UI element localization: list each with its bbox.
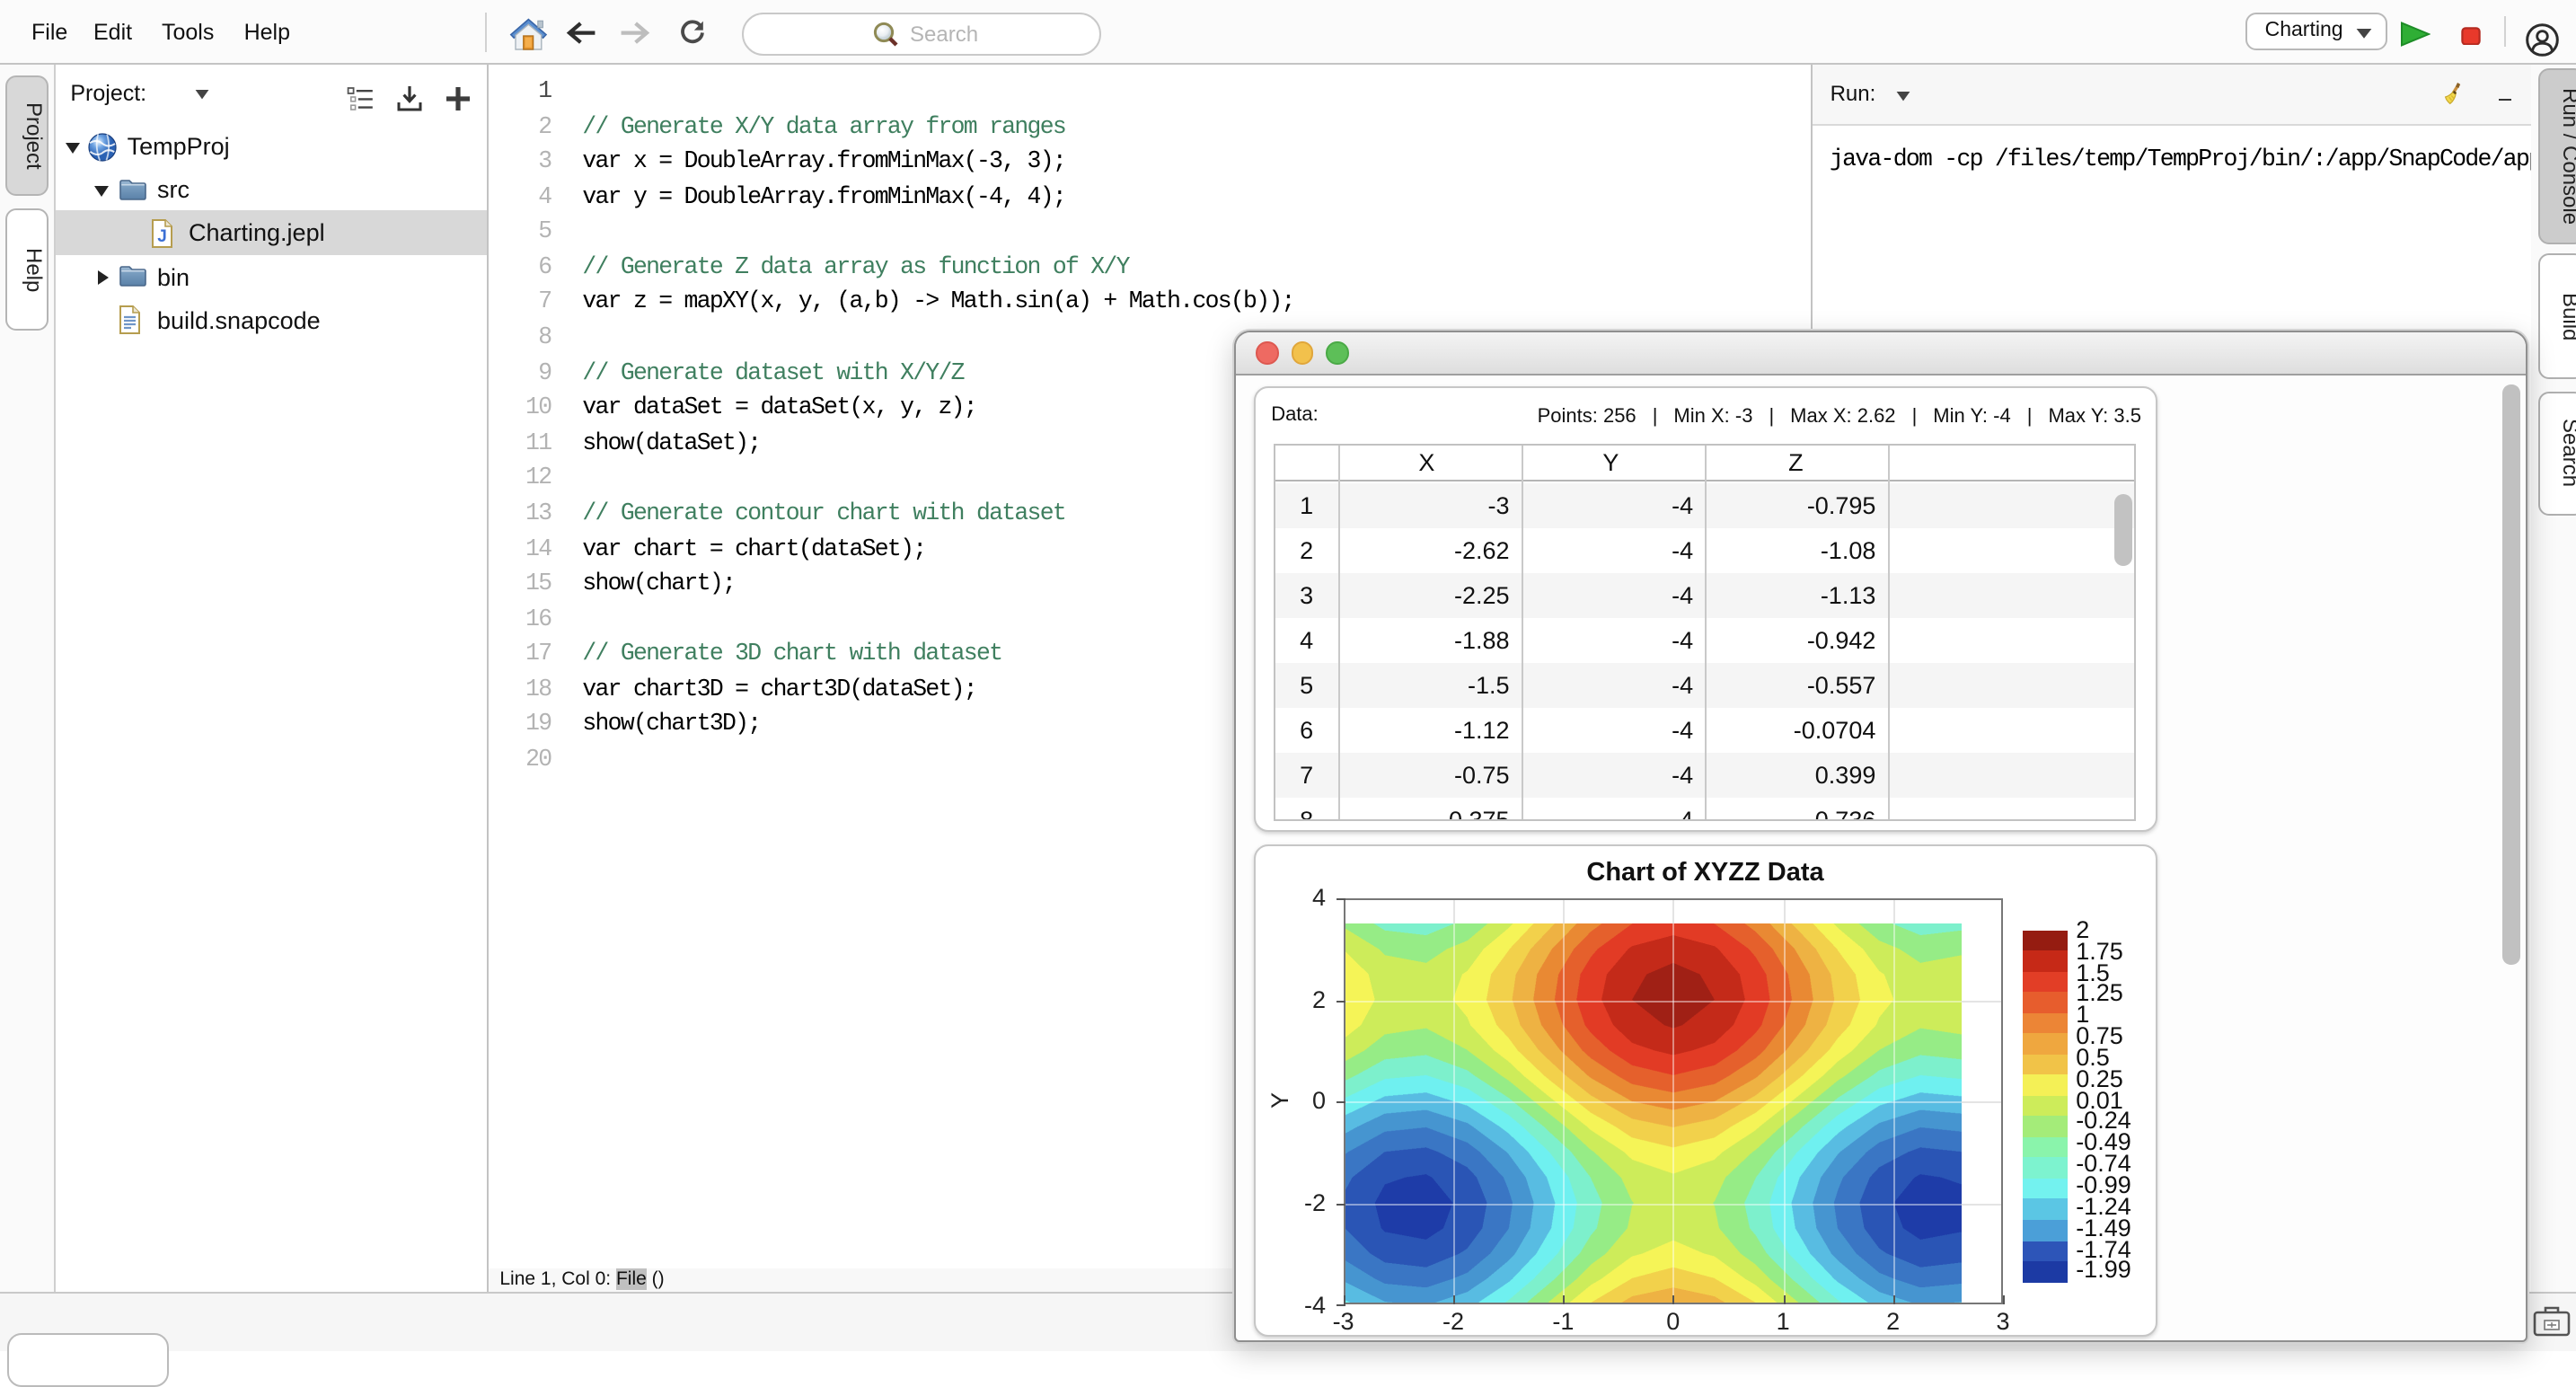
svg-text:J: J <box>158 227 168 246</box>
